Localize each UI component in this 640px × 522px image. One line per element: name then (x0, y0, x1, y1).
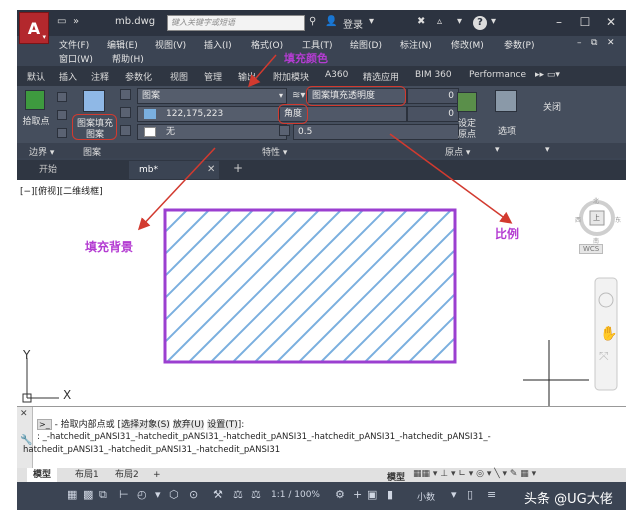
application-menu-button[interactable]: A ▾ (19, 12, 49, 44)
annotation-fill-color: 填充颜色 (284, 52, 328, 65)
arrow-fill-background (137, 147, 216, 231)
arrow-fill-color (248, 54, 277, 88)
chevron-down-icon: ▾ (42, 33, 46, 41)
annotation-arrows (137, 54, 513, 231)
annotation-fill-background: 填充背景 (85, 240, 134, 254)
watermark: 头条 @UG大佬 (524, 492, 613, 507)
autocad-logo-icon: A (27, 18, 41, 38)
annotation-scale: 比例 (495, 227, 520, 241)
arrow-scale (389, 133, 513, 224)
